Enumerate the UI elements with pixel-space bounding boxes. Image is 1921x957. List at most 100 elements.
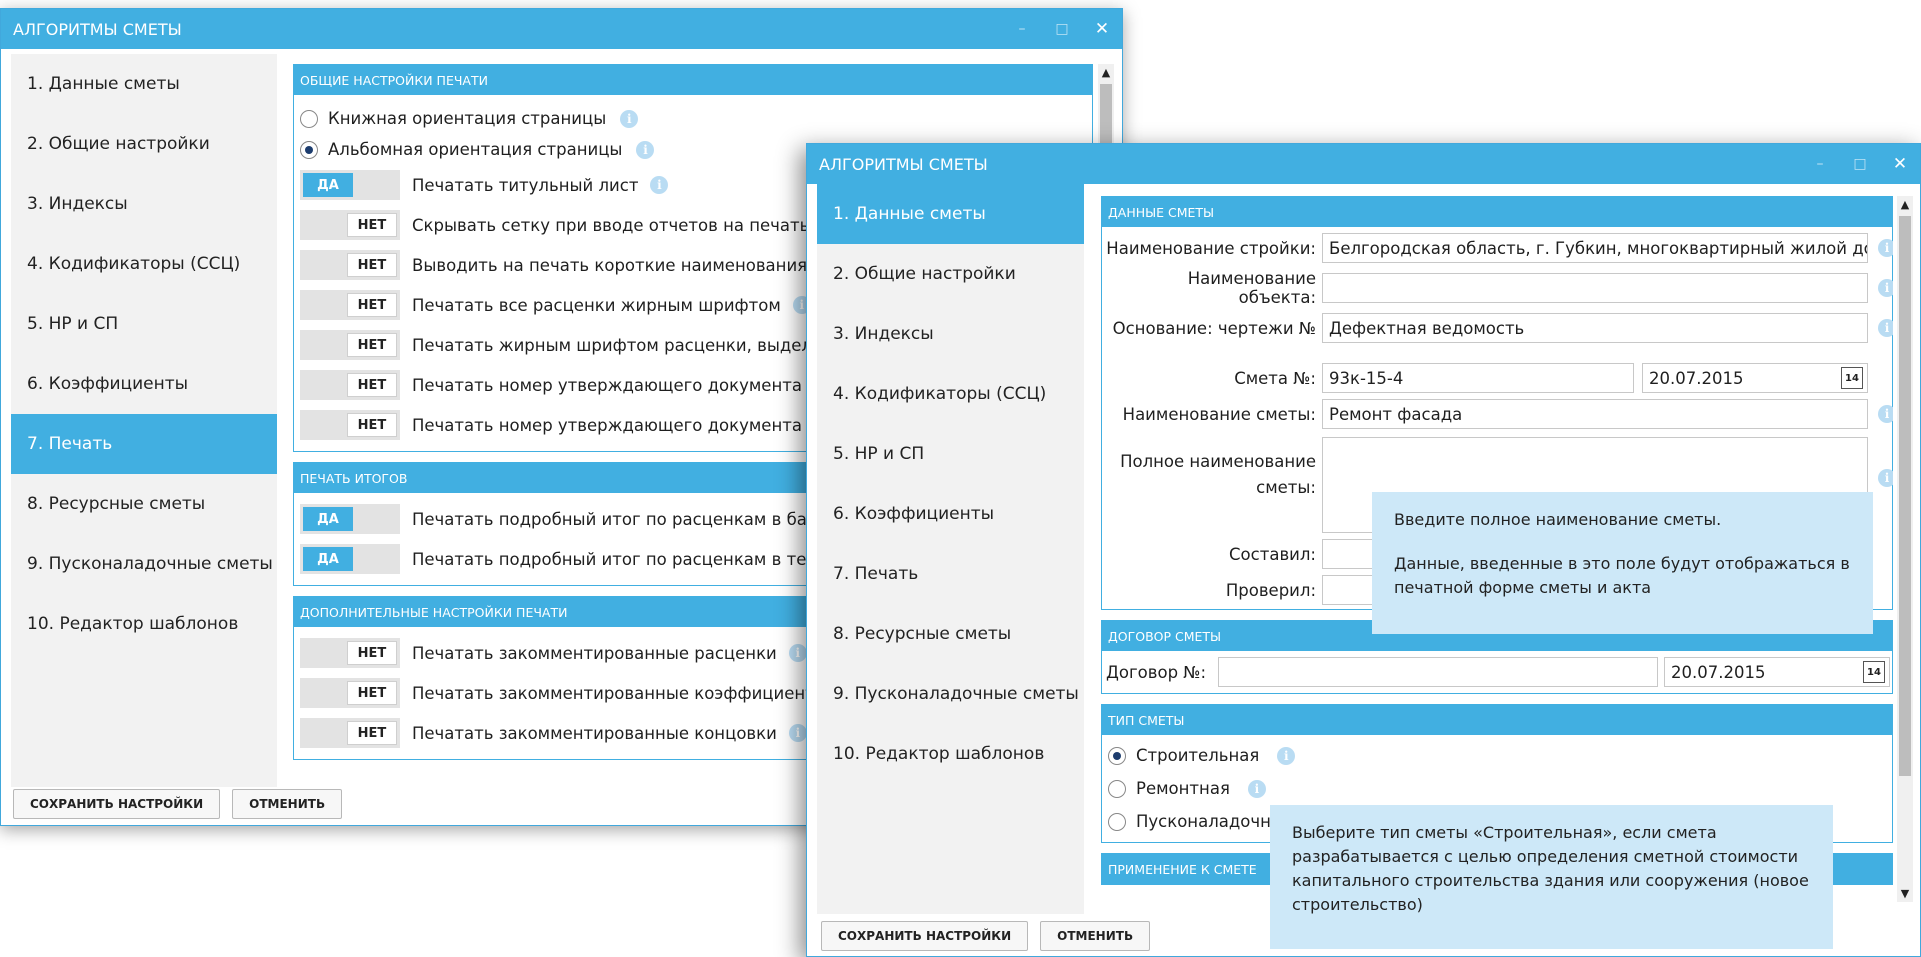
info-icon[interactable]: i — [1878, 405, 1893, 423]
sidebar-item-indexes[interactable]: 3. Индексы — [11, 174, 277, 234]
site-name-input[interactable]: Белгородская область, г. Губкин, многокв… — [1322, 233, 1868, 263]
sidebar-item-templates[interactable]: 10. Редактор шаблонов — [11, 594, 277, 654]
estimate-number-input[interactable]: 93к-15-4 — [1322, 363, 1634, 393]
window-title: АЛГОРИТМЫ СМЕТЫ — [819, 154, 988, 174]
window-titlebar[interactable]: АЛГОРИТМЫ СМЕТЫ – □ ✕ — [807, 144, 1920, 184]
window-title: АЛГОРИТМЫ СМЕТЫ — [13, 19, 182, 39]
scroll-thumb[interactable] — [1899, 216, 1911, 776]
sidebar-item-estimate-data[interactable]: 1. Данные сметы — [11, 54, 277, 114]
object-name-input[interactable] — [1322, 273, 1868, 303]
calendar-icon[interactable]: 14 — [1841, 367, 1863, 389]
sidebar-item-overheads[interactable]: 5. НР и СП — [817, 424, 1084, 484]
maximize-icon[interactable]: □ — [1850, 154, 1870, 174]
bold-rates-toggle[interactable]: НЕТ — [300, 290, 400, 320]
type-construction-radio[interactable] — [1108, 746, 1126, 765]
calendar-icon[interactable]: 14 — [1863, 661, 1885, 683]
info-icon[interactable]: i — [1878, 319, 1893, 337]
info-icon[interactable]: i — [636, 140, 655, 159]
contract-date-value: 20.07.2015 — [1671, 662, 1766, 682]
sidebar-item-coefficients[interactable]: 6. Коэффициенты — [11, 354, 277, 414]
tooltip-text: Выберите тип сметы «Строительная», если … — [1292, 823, 1809, 914]
sidebar-item-commissioning[interactable]: 9. Пусконаладочные сметы — [817, 664, 1084, 724]
toggle-label: Печатать номер утверждающего документа в… — [412, 375, 833, 395]
info-icon[interactable]: i — [1878, 469, 1893, 487]
save-settings-button[interactable]: СОХРАНИТЬ НАСТРОЙКИ — [821, 921, 1029, 951]
scroll-down-icon[interactable]: ▼ — [1897, 887, 1913, 900]
sidebar-item-print[interactable]: 7. Печать — [11, 414, 277, 474]
sidebar-item-estimate-data[interactable]: 1. Данные сметы — [817, 184, 1084, 244]
estimate-date-input[interactable]: 20.07.2015 14 — [1642, 363, 1868, 393]
info-icon[interactable]: i — [788, 644, 807, 662]
sidebar-item-templates[interactable]: 10. Редактор шаблонов — [817, 724, 1084, 784]
hide-grid-toggle[interactable]: НЕТ — [300, 210, 400, 240]
cancel-button[interactable]: ОТМЕНИТЬ — [232, 789, 343, 819]
close-icon[interactable]: ✕ — [1890, 154, 1910, 174]
estimate-date-value: 20.07.2015 — [1649, 368, 1744, 388]
info-icon[interactable]: i — [620, 109, 639, 128]
info-icon[interactable]: i — [1247, 779, 1266, 798]
doc-number-toggle-2[interactable]: НЕТ — [300, 410, 400, 440]
type-option-label: Строительная — [1136, 746, 1260, 765]
toggle-label: Печатать закомментированные концовки — [412, 723, 777, 743]
contract-number-label: Договор №: — [1106, 662, 1207, 682]
commented-rates-toggle[interactable]: НЕТ — [300, 638, 400, 668]
info-icon[interactable]: i — [650, 176, 669, 194]
info-icon[interactable]: i — [1878, 239, 1893, 257]
toggle-label: Скрывать сетку при вводе отчетов на печа… — [412, 215, 810, 235]
object-name-label: Наименование объекта: — [1187, 269, 1316, 307]
type-option-label: Пусконаладочна — [1136, 812, 1282, 831]
contract-number-input[interactable] — [1218, 657, 1658, 687]
window-titlebar[interactable]: АЛГОРИТМЫ СМЕТЫ – □ ✕ — [1, 9, 1122, 49]
type-commissioning-radio[interactable] — [1108, 812, 1126, 831]
bold-selected-toggle[interactable]: НЕТ — [300, 330, 400, 360]
info-icon[interactable]: i — [788, 724, 807, 742]
type-repair-radio[interactable] — [1108, 779, 1126, 798]
toggle-label: Печатать подробный итог по расценкам в б… — [412, 509, 826, 529]
toggle-label: Печатать титульный лист — [412, 175, 639, 195]
section-header: ДАННЫЕ СМЕТЫ — [1102, 197, 1892, 227]
maximize-icon[interactable]: □ — [1052, 19, 1072, 39]
basis-label: Основание: чертежи № — [1112, 318, 1316, 338]
toggle-label: Печатать закомментированные коэффициенть — [412, 683, 825, 703]
full-name-tooltip: Введите полное наименование сметы. Данны… — [1372, 492, 1873, 634]
save-settings-button[interactable]: СОХРАНИТЬ НАСТРОЙКИ — [13, 789, 221, 819]
sidebar-item-general[interactable]: 2. Общие настройки — [11, 114, 277, 174]
sidebar-item-codifiers[interactable]: 4. Кодификаторы (ССЦ) — [817, 364, 1084, 424]
estimate-name-input[interactable]: Ремонт фасада — [1322, 399, 1868, 429]
scrollbar[interactable]: ▲ ▼ — [1897, 196, 1913, 902]
toggle-label: Печатать подробный итог по расценкам в т… — [412, 549, 827, 569]
scroll-up-icon[interactable]: ▲ — [1098, 66, 1114, 79]
info-icon[interactable]: i — [1277, 746, 1296, 765]
contract-date-input[interactable]: 20.07.2015 14 — [1664, 657, 1890, 687]
landscape-radio[interactable] — [300, 140, 318, 159]
short-names-toggle[interactable]: НЕТ — [300, 250, 400, 280]
full-name-label: Полное наименование сметы: — [1120, 452, 1316, 497]
title-page-toggle[interactable]: ДА — [300, 170, 400, 200]
minimize-icon[interactable]: – — [1810, 154, 1830, 174]
sidebar-item-print[interactable]: 7. Печать — [817, 544, 1084, 604]
sidebar-item-coefficients[interactable]: 6. Коэффициенты — [817, 484, 1084, 544]
toggle-label: Выводить на печать короткие наименования… — [412, 255, 823, 275]
info-icon[interactable]: i — [1878, 279, 1893, 297]
portrait-radio[interactable] — [300, 109, 318, 128]
commented-endings-toggle[interactable]: НЕТ — [300, 718, 400, 748]
sidebar-item-codifiers[interactable]: 4. Кодификаторы (ССЦ) — [11, 234, 277, 294]
sidebar-item-general[interactable]: 2. Общие настройки — [817, 244, 1084, 304]
tooltip-text: Данные, введенные в это поле будут отобр… — [1394, 554, 1850, 597]
sidebar-item-indexes[interactable]: 3. Индексы — [817, 304, 1084, 364]
estimate-name-label: Наименование сметы: — [1122, 404, 1316, 424]
totals-base-toggle[interactable]: ДА — [300, 504, 400, 534]
minimize-icon[interactable]: – — [1012, 19, 1032, 39]
sidebar-item-resource[interactable]: 8. Ресурсные сметы — [817, 604, 1084, 664]
sidebar-item-resource[interactable]: 8. Ресурсные сметы — [11, 474, 277, 534]
sidebar-item-commissioning[interactable]: 9. Пусконаладочные сметы — [11, 534, 277, 594]
estimate-number-label: Смета №: — [1234, 368, 1316, 388]
totals-current-toggle[interactable]: ДА — [300, 544, 400, 574]
scroll-up-icon[interactable]: ▲ — [1897, 198, 1913, 211]
cancel-button[interactable]: ОТМЕНИТЬ — [1040, 921, 1151, 951]
commented-coeffs-toggle[interactable]: НЕТ — [300, 678, 400, 708]
doc-number-toggle[interactable]: НЕТ — [300, 370, 400, 400]
sidebar-item-overheads[interactable]: 5. НР и СП — [11, 294, 277, 354]
basis-input[interactable]: Дефектная ведомость — [1322, 313, 1868, 343]
close-icon[interactable]: ✕ — [1092, 19, 1112, 39]
